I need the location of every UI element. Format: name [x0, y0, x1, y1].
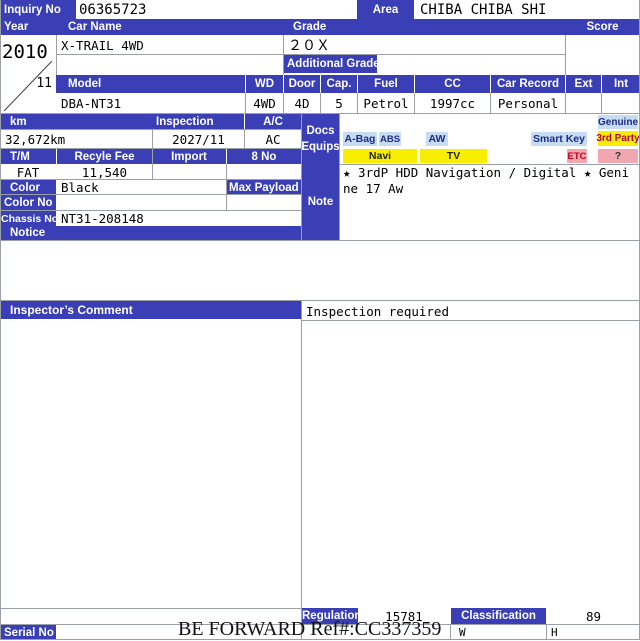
fuel-label: Fuel	[358, 75, 414, 93]
chassis-no-label: Chassis No	[0, 211, 56, 226]
area-value: CHIBA CHIBA SHI	[414, 0, 640, 19]
eight-no-value	[227, 164, 301, 180]
eight-no-label: 8 No	[227, 149, 301, 164]
docs-label: Docs	[306, 125, 335, 137]
docs-equips-label: Docs Equips	[302, 114, 339, 164]
door-label: Door	[284, 75, 320, 93]
wd-value: 4WD	[246, 94, 283, 113]
color-value: Black	[58, 180, 226, 195]
additional-grade-label: Additional Grade	[283, 55, 377, 73]
footer-w-label: W	[456, 625, 476, 640]
note-label: Note	[302, 164, 339, 240]
recycle-fee-label: Recyle Fee	[57, 149, 152, 164]
cap-value: 5	[321, 94, 357, 113]
equip-aw-tag: AW	[426, 132, 448, 146]
classification-value: 89	[547, 608, 640, 624]
car-record-label: Car Record	[491, 75, 565, 93]
max-payload-label: Max Payload	[227, 180, 301, 195]
footer-h-label: H	[548, 625, 568, 640]
equip-3rd-party-tag: 3rd Party	[596, 131, 640, 146]
color-no-value	[58, 195, 226, 211]
tm-label: T/M	[0, 149, 56, 164]
grade-value: ２０Ｘ	[285, 36, 564, 54]
inquiry-no-value: 06365723	[76, 0, 357, 19]
car-record-value: Personal	[491, 94, 565, 113]
score-value	[566, 36, 639, 74]
inquiry-no-label: Inquiry No	[0, 0, 76, 19]
import-label: Import	[152, 149, 226, 164]
max-payload-value	[227, 195, 301, 211]
ext-value	[566, 94, 601, 113]
year-label: Year	[0, 19, 56, 35]
car-name-label: Car Name	[56, 19, 283, 35]
recycle-fee-value: 11,540	[57, 164, 152, 180]
equips-label: Equips	[302, 141, 339, 153]
int-value	[602, 94, 640, 113]
inspection-note-value: Inspection required	[303, 302, 640, 320]
import-value	[153, 164, 226, 180]
inspectors-comment-label: Inspector’s Comment	[0, 301, 301, 319]
equip-genuine-tag: Genuine	[598, 115, 639, 129]
equip-navi-tag: Navi	[343, 149, 417, 163]
chassis-no-value: NT31-208148	[58, 211, 301, 226]
car-name-value: X-TRAIL 4WD	[58, 36, 282, 54]
serial-no-label: Serial No	[0, 625, 56, 640]
inspection-value: 2027/11	[153, 130, 244, 148]
door-value: 4D	[284, 94, 320, 113]
equip-abag-tag: A-Bag	[343, 132, 377, 146]
inspectors-comment-value	[1, 320, 301, 608]
equip-abs-tag: ABS	[379, 132, 401, 146]
equip-etc-tag: ETC	[567, 149, 587, 163]
ac-value: AC	[245, 130, 301, 148]
area-label: Area	[357, 0, 414, 19]
ac-label: A/C	[245, 114, 301, 129]
score-label: Score	[565, 19, 640, 35]
notice-value	[0, 241, 640, 299]
note-text: ★ 3rdP HDD Navigation / Digital ★ Genine…	[343, 165, 629, 196]
equip-smart-key-tag: Smart Key	[531, 132, 587, 146]
year-month-divider	[3, 60, 53, 112]
km-label: km	[0, 114, 152, 129]
additional-grade-value	[378, 55, 564, 73]
inspection-label: Inspection	[152, 114, 244, 129]
model-value: DBA-NT31	[58, 94, 245, 113]
ext-label: Ext	[566, 75, 601, 93]
notice-label: Notice	[0, 226, 301, 240]
equip-question-tag: ?	[598, 149, 638, 163]
cc-label: CC	[415, 75, 490, 93]
color-label: Color	[0, 180, 56, 195]
tm-value: FAT	[0, 164, 56, 180]
cc-value: 1997cc	[415, 94, 490, 113]
cap-label: Cap.	[321, 75, 357, 93]
equip-tv-tag: TV	[420, 149, 487, 163]
fuel-value: Petrol	[358, 94, 414, 113]
km-value: 32,672km	[2, 130, 152, 148]
classification-label: Classification	[451, 608, 546, 624]
wd-label: WD	[246, 75, 283, 93]
color-no-label: Color No	[0, 195, 56, 211]
int-label: Int	[602, 75, 640, 93]
watermark-text: BE FORWARD Ref#:CC337359	[178, 618, 442, 640]
grade-label: Grade	[283, 19, 565, 35]
model-label: Model	[56, 75, 245, 93]
